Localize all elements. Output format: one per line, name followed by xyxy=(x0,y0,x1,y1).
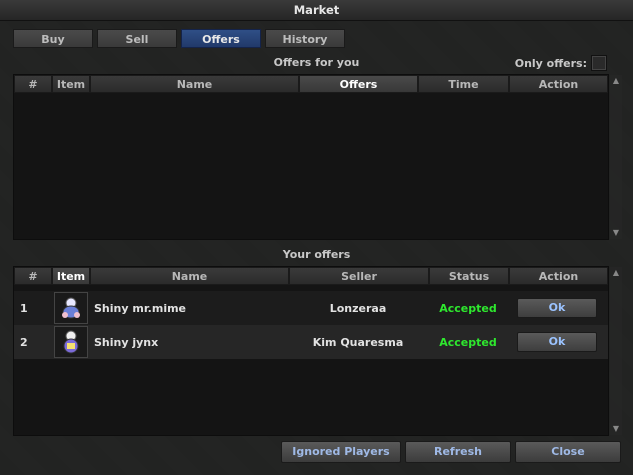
bottom-buttons: Ignored Players Refresh Close xyxy=(281,441,621,463)
row-seller: Lonzeraa xyxy=(329,301,387,315)
row-item xyxy=(52,292,90,324)
row-number: 1 xyxy=(20,301,28,315)
refresh-button[interactable]: Refresh xyxy=(405,441,511,463)
col-status[interactable]: Status xyxy=(429,267,509,285)
col-seller[interactable]: Seller xyxy=(289,267,429,285)
scroll-down-icon[interactable]: ▼ xyxy=(610,227,622,239)
col-name[interactable]: Name xyxy=(90,75,299,93)
row-name: Shiny jynx xyxy=(94,335,159,349)
ok-button[interactable]: Ok xyxy=(517,298,597,318)
your-offers-table: # Item Name Seller Status Action 1 Shiny… xyxy=(13,266,622,436)
col-offers[interactable]: Offers xyxy=(299,75,418,93)
row-action: Ok xyxy=(508,298,606,318)
row-item xyxy=(52,326,90,358)
tab-sell[interactable]: Sell xyxy=(97,29,177,48)
your-offers-rows: 1 Shiny mr.mime Lonzeraa Accepted Ok 2 S… xyxy=(14,285,608,359)
row-seller: Kim Quaresma xyxy=(312,335,404,349)
col-number[interactable]: # xyxy=(14,267,52,285)
tab-buy[interactable]: Buy xyxy=(13,29,93,48)
row-status: Accepted xyxy=(439,301,497,315)
scroll-up-icon[interactable]: ▲ xyxy=(610,75,622,87)
your-offers-title: Your offers xyxy=(282,248,351,261)
scroll-up-icon[interactable]: ▲ xyxy=(610,267,622,279)
row-name: Shiny mr.mime xyxy=(94,301,187,315)
pokemon-item-icon xyxy=(54,326,88,358)
table-row[interactable]: 2 Shiny jynx Kim Quaresma Accepted Ok xyxy=(14,325,608,359)
row-status: Accepted xyxy=(439,335,497,349)
col-action[interactable]: Action xyxy=(509,75,608,93)
col-item[interactable]: Item xyxy=(52,75,90,93)
market-tabs: Buy Sell Offers History xyxy=(13,29,345,48)
market-window: Market Buy Sell Offers History Offers fo… xyxy=(0,0,633,475)
ignored-players-button[interactable]: Ignored Players xyxy=(281,441,401,463)
close-button[interactable]: Close xyxy=(515,441,621,463)
row-action: Ok xyxy=(508,332,606,352)
only-offers-toggle: Only offers: xyxy=(515,55,607,71)
offers-scrollbar[interactable]: ▲ ▼ xyxy=(610,75,622,239)
offers-for-you-table: # Item Name Offers Time Action ▲ ▼ xyxy=(13,74,622,240)
col-action[interactable]: Action xyxy=(509,267,608,285)
tab-history[interactable]: History xyxy=(265,29,345,48)
col-time[interactable]: Time xyxy=(418,75,509,93)
window-title: Market xyxy=(0,0,633,21)
offers-table-header: # Item Name Offers Time Action xyxy=(14,75,608,93)
col-name[interactable]: Name xyxy=(90,267,289,285)
only-offers-label: Only offers: xyxy=(514,56,587,70)
your-offers-header: # Item Name Seller Status Action xyxy=(14,267,608,285)
col-number[interactable]: # xyxy=(14,75,52,93)
table-row[interactable]: 1 Shiny mr.mime Lonzeraa Accepted Ok xyxy=(14,291,608,325)
your-offers-scrollbar[interactable]: ▲ ▼ xyxy=(610,267,622,435)
tab-offers[interactable]: Offers xyxy=(181,29,261,48)
pokemon-item-icon xyxy=(54,292,88,324)
only-offers-checkbox[interactable] xyxy=(591,55,607,71)
scroll-down-icon[interactable]: ▼ xyxy=(610,423,622,435)
col-item[interactable]: Item xyxy=(52,267,90,285)
row-number: 2 xyxy=(20,335,28,349)
ok-button[interactable]: Ok xyxy=(517,332,597,352)
